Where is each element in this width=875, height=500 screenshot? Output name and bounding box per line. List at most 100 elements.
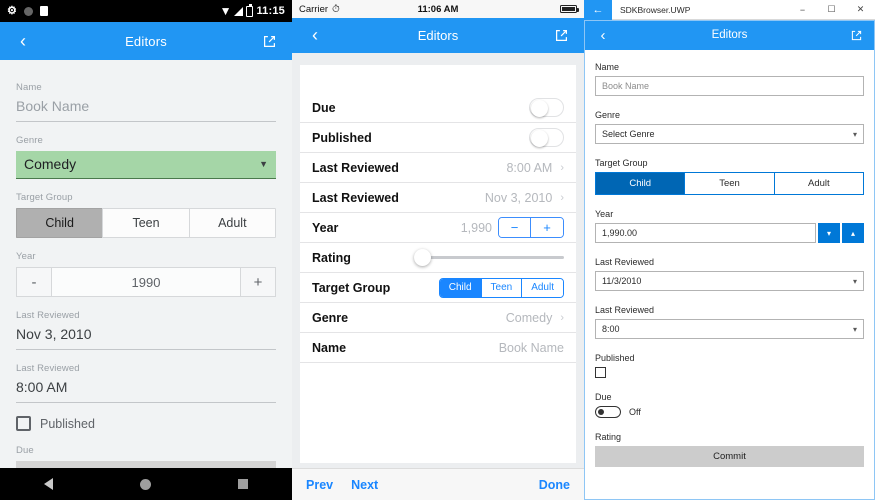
row-name[interactable]: Name Book Name: [300, 333, 576, 363]
year-increment-button[interactable]: +: [241, 268, 275, 296]
row-time[interactable]: Last Reviewed 8:00 AM ›: [300, 153, 576, 183]
name-input[interactable]: Book Name: [499, 341, 564, 355]
published-toggle[interactable]: [529, 128, 564, 147]
due-toggle[interactable]: [595, 406, 621, 418]
due-label: Due: [595, 392, 612, 402]
year-increment-button[interactable]: +: [531, 218, 563, 237]
done-button[interactable]: Done: [539, 478, 570, 492]
segment-teen[interactable]: Teen: [102, 208, 190, 238]
target-group-label: Target Group: [312, 280, 391, 295]
published-label: Published: [595, 353, 635, 363]
target-group-segmented: Child Teen Adult: [438, 277, 564, 298]
open-external-icon[interactable]: [847, 26, 865, 44]
genre-picker[interactable]: Comedy ▼: [16, 151, 276, 179]
genre-combobox[interactable]: Select Genre ▾: [595, 124, 864, 144]
row-genre[interactable]: Genre Comedy ›: [300, 303, 576, 333]
due-toggle[interactable]: [529, 98, 564, 117]
name-label: Name: [312, 340, 347, 355]
ios-form-list: Due Published Last Reviewed 8:00 AM › La…: [300, 65, 576, 463]
battery-icon: [246, 3, 254, 17]
close-button[interactable]: ✕: [846, 0, 875, 20]
commit-button[interactable]: Commit: [595, 446, 864, 467]
row-date[interactable]: Last Reviewed Nov 3, 2010 ›: [300, 183, 576, 213]
segment-child[interactable]: Child: [595, 172, 686, 195]
segment-teen[interactable]: Teen: [480, 278, 522, 297]
year-decrement-button[interactable]: ▾: [818, 223, 840, 243]
target-group-label: Target Group: [16, 192, 73, 203]
window-back-icon[interactable]: ←: [584, 0, 612, 20]
target-group-segmented: Child Teen Adult: [595, 172, 864, 195]
slider-thumb[interactable]: [414, 249, 431, 266]
year-stepper: - 1990 +: [16, 267, 276, 297]
prev-button[interactable]: Prev: [306, 478, 333, 492]
segment-teen[interactable]: Teen: [684, 172, 775, 195]
date-label: Last Reviewed: [312, 190, 399, 205]
year-label: Year: [595, 209, 614, 219]
published-label: Published: [312, 130, 372, 145]
published-checkbox[interactable]: [595, 367, 606, 378]
uwp-form: Name Book Name Genre Select Genre ▾ Targ…: [584, 50, 875, 467]
name-input[interactable]: Book Name: [595, 76, 864, 96]
page-title: Editors: [711, 29, 748, 41]
name-input[interactable]: Book Name: [16, 98, 276, 122]
chevron-down-icon: ▾: [852, 324, 857, 334]
slider-track: [414, 256, 564, 259]
year-decrement-button[interactable]: −: [499, 218, 531, 237]
date-picker[interactable]: Nov 3, 2010: [16, 326, 276, 350]
chevron-down-icon: ▾: [852, 276, 857, 286]
published-checkbox[interactable]: [16, 416, 31, 431]
uwp-title-bar: ← SDKBrowser.UWP − ☐ ✕: [584, 0, 875, 20]
nav-recents-icon[interactable]: [238, 479, 249, 489]
chevron-down-icon: ▼: [259, 159, 268, 169]
android-status-bar: ⚙ ▼ 11:15: [0, 0, 292, 22]
year-value[interactable]: 1,990.00: [595, 223, 816, 243]
segment-adult[interactable]: Adult: [188, 208, 276, 238]
row-year: Year 1,990 − +: [300, 213, 576, 243]
time-picker[interactable]: 8:00 ▾: [595, 319, 864, 339]
year-label: Year: [312, 220, 339, 235]
android-form: Name Book Name Genre Comedy ▼ Target Gro…: [0, 60, 292, 500]
published-checkbox-row[interactable]: Published: [16, 416, 276, 431]
year-value: 1,990: [460, 220, 492, 235]
three-platform-comparison: ⚙ ▼ 11:15 ‹ Editors Name Book Name Genre…: [0, 0, 875, 500]
rating-slider[interactable]: [414, 249, 564, 266]
genre-label: Genre: [16, 135, 43, 146]
open-external-icon[interactable]: [258, 30, 280, 52]
window-title: SDKBrowser.UWP: [620, 4, 691, 15]
maximize-button[interactable]: ☐: [817, 0, 846, 20]
android-panel: ⚙ ▼ 11:15 ‹ Editors Name Book Name Genre…: [0, 0, 292, 500]
date-label: Last Reviewed: [595, 257, 655, 267]
segment-child[interactable]: Child: [439, 278, 481, 297]
year-increment-button[interactable]: ▴: [842, 223, 864, 243]
sd-card-icon: [39, 6, 48, 16]
genre-label: Genre: [312, 310, 349, 325]
due-label: Due: [16, 445, 34, 456]
chevron-right-icon: ›: [560, 161, 564, 174]
segment-child[interactable]: Child: [16, 208, 104, 238]
back-icon[interactable]: ‹: [12, 30, 34, 52]
chevron-down-icon: ▾: [852, 129, 857, 139]
genre-value: Select Genre: [602, 129, 655, 139]
back-icon[interactable]: ‹: [594, 26, 612, 44]
ios-status-bar: Carrier ⏱ 11:06 AM: [292, 0, 584, 18]
segment-adult[interactable]: Adult: [773, 172, 864, 195]
row-due: Due: [300, 93, 576, 123]
row-target-group: Target Group Child Teen Adult: [300, 273, 576, 303]
segment-adult[interactable]: Adult: [521, 278, 563, 297]
nav-back-icon[interactable]: [43, 478, 53, 490]
year-decrement-button[interactable]: -: [17, 268, 51, 296]
uwp-panel: ← SDKBrowser.UWP − ☐ ✕ ‹ Editors Name Bo…: [584, 0, 875, 500]
name-label: Name: [16, 82, 42, 93]
target-group-segmented: Child Teen Adult: [16, 208, 276, 238]
date-value: Nov 3, 2010: [484, 190, 553, 205]
chevron-right-icon: ›: [560, 191, 564, 204]
next-button[interactable]: Next: [351, 478, 378, 492]
genre-value: Comedy: [24, 156, 77, 172]
nav-home-icon[interactable]: [139, 478, 151, 490]
date-picker[interactable]: 11/3/2010 ▾: [595, 271, 864, 291]
page-title: Editors: [417, 28, 459, 43]
minimize-button[interactable]: −: [788, 0, 817, 20]
time-picker[interactable]: 8:00 AM: [16, 379, 276, 403]
back-icon[interactable]: ‹: [304, 25, 326, 47]
open-external-icon[interactable]: [550, 25, 572, 47]
